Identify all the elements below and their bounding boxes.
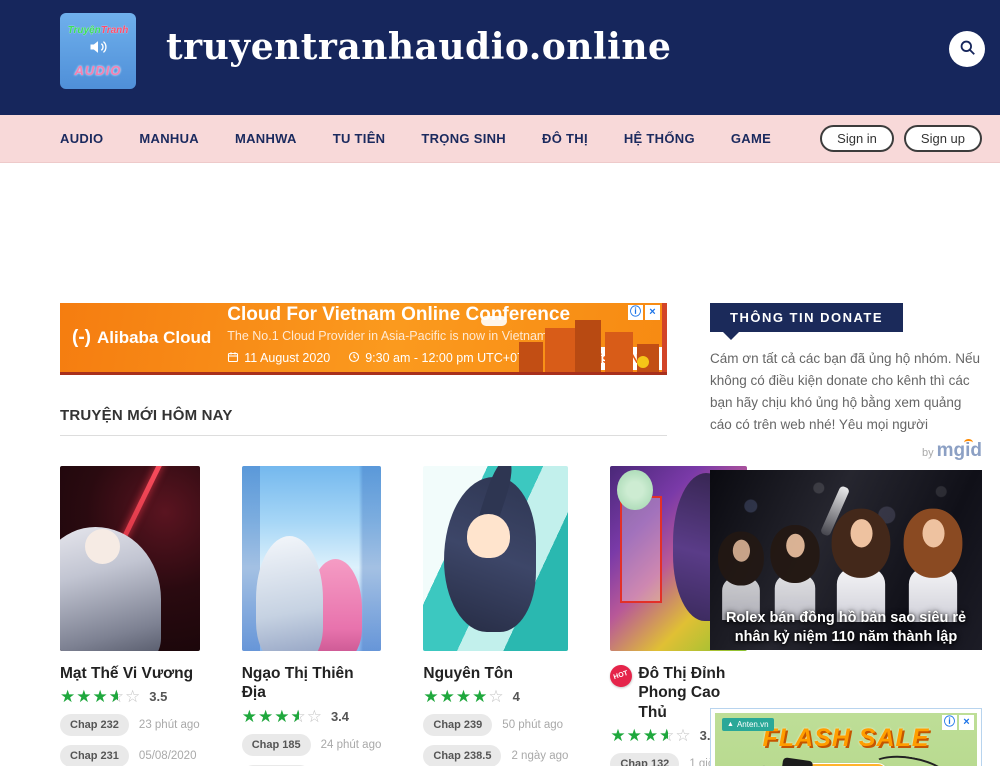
chapter-time: 50 phút ago [502, 719, 563, 731]
chapter-link[interactable]: Chap 238.5 [423, 745, 501, 766]
rating-value: 3.5 [149, 689, 167, 704]
nav-item-trong-sinh[interactable]: TRỌNG SINH [421, 131, 506, 146]
ad-time: 9:30 am - 12:00 pm UTC+07:00 [365, 351, 541, 365]
ad-buildings-illustration [519, 314, 659, 372]
chapter-row: Chap 232 23 phút ago [60, 714, 200, 736]
native-ad[interactable]: Rolex bán đồng hồ bản sao siêu rẻ nhân k… [710, 470, 982, 650]
star-rating: ★★★☆★☆ [60, 688, 141, 705]
search-button[interactable] [949, 31, 985, 67]
alibaba-ad-banner[interactable]: (-) Alibaba Cloud Cloud For Vietnam Onli… [60, 303, 667, 375]
nav-item-manhwa[interactable]: MANHWA [235, 131, 297, 146]
comic-cover[interactable] [60, 466, 200, 651]
ad-choices: ⓘ × [628, 305, 660, 320]
comic-title[interactable]: Nguyên Tôn [423, 664, 568, 683]
calendar-icon [227, 351, 239, 366]
comic-grid: Mạt Thế Vi Vương ★★★☆★☆ 3.5 Chap 232 23 … [60, 466, 667, 766]
nav-item-tu-tien[interactable]: TU TIÊN [333, 131, 386, 146]
alibaba-logo-mark: (-) [72, 327, 91, 349]
site-header: TruyệnTranh AUDIO truyentranhaudio.onlin… [0, 0, 1000, 115]
cover-art-accent [85, 529, 120, 564]
cover-art-accent [617, 470, 652, 511]
native-ad-caption: Rolex bán đồng hồ bản sao siêu rẻ nhân k… [716, 609, 976, 647]
nav-item-he-thong[interactable]: HỆ THỐNG [624, 131, 695, 146]
comic-cover[interactable] [242, 466, 382, 651]
nav-item-game[interactable]: GAME [731, 131, 771, 146]
site-title[interactable]: truyentranhaudio.online [166, 26, 671, 68]
advertiser-logo-icon: ▲ [727, 721, 734, 728]
ad-choices: ⓘ × [942, 715, 974, 730]
chapter-link[interactable]: Chap 132 [610, 753, 679, 766]
chapter-link[interactable]: Chap 231 [60, 745, 129, 766]
comic-card: Ngạo Thị Thiên Địa ★★★☆★☆ 3.4 Chap 185 2… [242, 466, 382, 766]
chapter-link[interactable]: Chap 185 [242, 734, 311, 756]
mgid-logo[interactable]: mgid [937, 440, 982, 461]
comic-title[interactable]: Ngạo Thị Thiên Địa [242, 664, 382, 703]
rating-row: ★★★☆★☆ 3.4 [242, 708, 382, 725]
ad-close-icon[interactable]: × [645, 305, 660, 320]
mgid-attribution: bymgid [710, 440, 982, 462]
ad-date: 11 August 2020 [244, 351, 330, 365]
chapter-link[interactable]: Chap 239 [423, 714, 492, 736]
search-icon [958, 38, 977, 60]
main-column: (-) Alibaba Cloud Cloud For Vietnam Onli… [60, 303, 667, 766]
nav-item-do-thi[interactable]: ĐÔ THỊ [542, 131, 588, 146]
content-area: (-) Alibaba Cloud Cloud For Vietnam Onli… [0, 163, 1000, 766]
chapter-time: 23 phút ago [139, 719, 200, 731]
comic-title[interactable]: Mạt Thế Vi Vương [60, 664, 200, 683]
hot-badge: HOT [608, 662, 636, 690]
logo-text-part1: Truyện [68, 25, 101, 36]
ad-close-icon[interactable]: × [959, 715, 974, 730]
rating-value: 4 [513, 689, 520, 704]
comic-title-text: Ngạo Thị Thiên Địa [242, 664, 382, 703]
chapter-row: Chap 239 50 phút ago [423, 714, 568, 736]
ad-red-strip [662, 303, 667, 372]
ad-info-icon[interactable]: ⓘ [628, 305, 643, 320]
advertiser-name: Anten.vn [737, 720, 769, 729]
chapter-time: 05/08/2020 [139, 750, 197, 762]
clock-icon [348, 351, 360, 366]
alibaba-logo-name: Alibaba Cloud [97, 328, 211, 348]
main-nav: AUDIO MANHUA MANHWA TU TIÊN TRỌNG SINH Đ… [0, 115, 1000, 163]
mgid-by-label: by [922, 447, 934, 459]
donate-ribbon: THÔNG TIN DONATE [710, 303, 903, 332]
page: TruyệnTranh AUDIO truyentranhaudio.onlin… [0, 0, 1000, 766]
nav-item-audio[interactable]: AUDIO [60, 131, 103, 146]
comic-card: Nguyên Tôn ★★★★☆ 4 Chap 239 50 phút ago … [423, 466, 568, 766]
chapter-row: Chap 238.5 2 ngày ago [423, 745, 568, 766]
flash-sale-ad[interactable]: ▲ Anten.vn FLASH SALE XEM NGAY ⓘ × [710, 708, 982, 766]
logo-text-part2: Tranh [101, 25, 129, 36]
nav-item-manhua[interactable]: MANHUA [139, 131, 199, 146]
rating-row: ★★★★☆ 4 [423, 688, 568, 705]
comic-title-text: Mạt Thế Vi Vương [60, 664, 193, 683]
rating-row: ★★★☆★☆ 3.5 [60, 688, 200, 705]
star-rating: ★★★★☆ [423, 688, 504, 705]
chapter-time: 2 ngày ago [511, 750, 568, 762]
chapter-time: 24 phút ago [321, 739, 382, 751]
logo-audio-label: AUDIO [75, 63, 122, 78]
flash-sale-ad-inner: ▲ Anten.vn FLASH SALE XEM NGAY ⓘ × [715, 713, 977, 766]
chapter-row: Chap 231 05/08/2020 [60, 745, 200, 766]
star-rating: ★★★☆★☆ [610, 727, 691, 744]
donate-text: Cám ơn tất cả các bạn đã ủng hộ nhóm. Nế… [710, 348, 982, 435]
ad-info-icon[interactable]: ⓘ [942, 715, 957, 730]
star-rating: ★★★☆★☆ [242, 708, 323, 725]
speaker-icon [88, 37, 108, 62]
comic-title-text: Nguyên Tôn [423, 664, 513, 683]
cover-art-accent [472, 466, 518, 545]
alibaba-logo: (-) Alibaba Cloud [60, 327, 227, 349]
comic-card: Mạt Thế Vi Vương ★★★☆★☆ 3.5 Chap 232 23 … [60, 466, 200, 766]
sign-in-button[interactable]: Sign in [820, 125, 894, 152]
phone-product-image [775, 758, 813, 766]
chapter-row: Chap 185 24 phút ago [242, 734, 382, 756]
section-title: TRUYỆN MỚI HÔM NAY [60, 407, 667, 436]
chapter-link[interactable]: Chap 232 [60, 714, 129, 736]
sidebar: THÔNG TIN DONATE Cám ơn tất cả các bạn đ… [710, 303, 982, 766]
cover-art-accent [309, 559, 362, 652]
advertiser-badge: ▲ Anten.vn [722, 718, 774, 731]
sign-up-button[interactable]: Sign up [904, 125, 982, 152]
site-logo[interactable]: TruyệnTranh AUDIO [60, 13, 136, 89]
logo-text: TruyệnTranh [68, 25, 129, 36]
comic-cover[interactable] [423, 466, 568, 651]
rating-value: 3.4 [331, 709, 349, 724]
